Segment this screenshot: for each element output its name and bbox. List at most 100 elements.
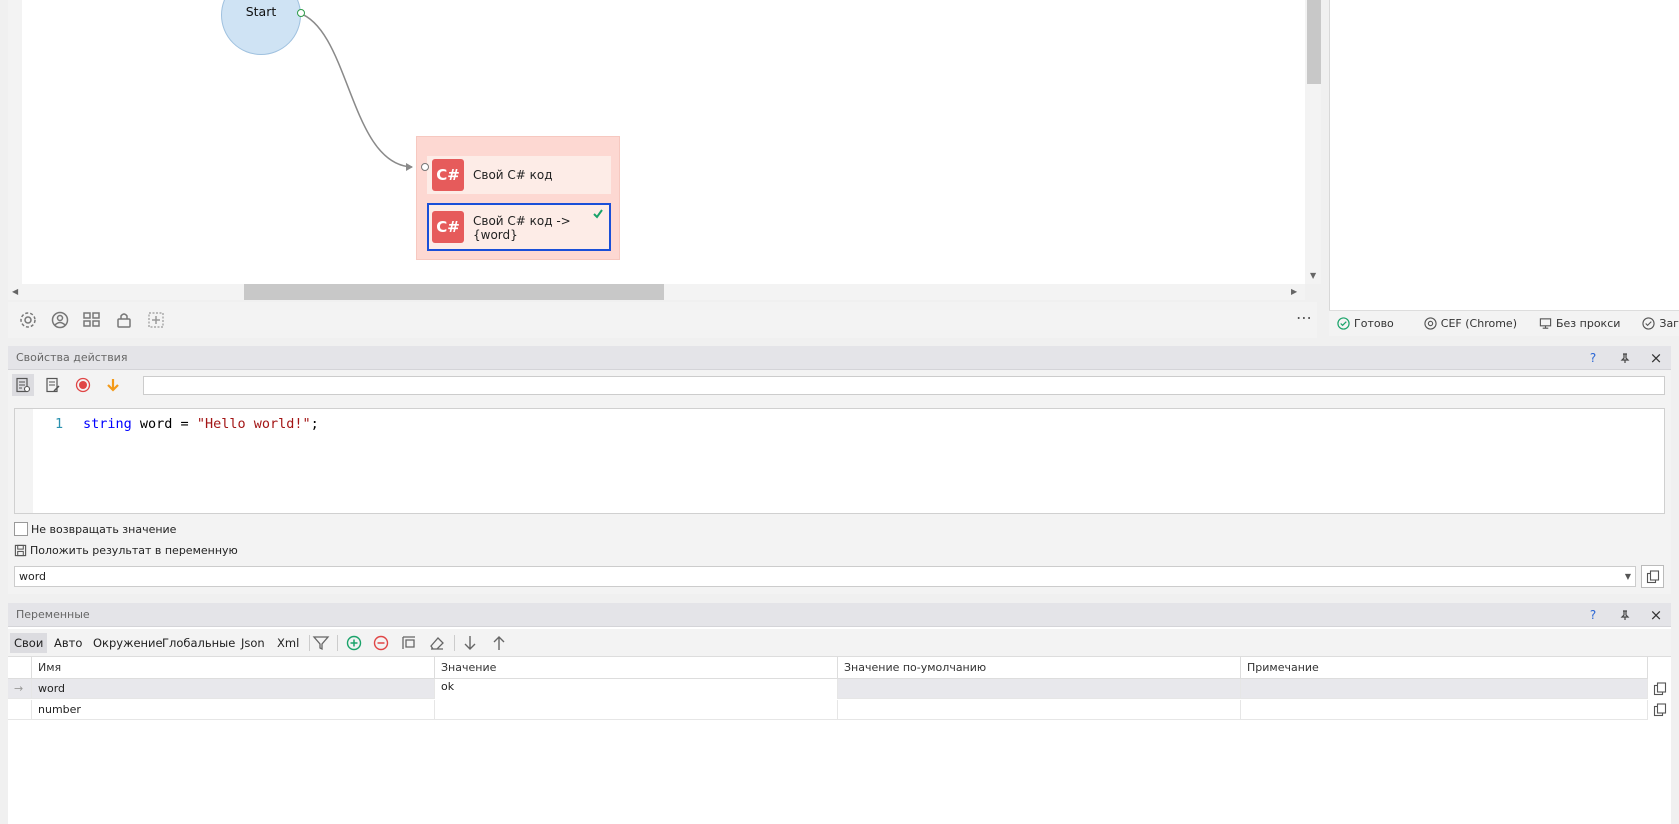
- edit-code-button[interactable]: [42, 374, 64, 396]
- save-icon: [14, 544, 27, 557]
- variables-toolbar: Свои Авто Окружение Глобальные Json Xml: [8, 629, 1671, 657]
- code-gutter: [15, 409, 33, 513]
- variables-panel: Переменные ? × Свои Авто Окружение Глоба…: [8, 603, 1671, 824]
- action-custom-csharp-selected[interactable]: C# Свой C# код -> {word}: [427, 203, 611, 251]
- csharp-icon: C#: [432, 159, 464, 191]
- lock-icon[interactable]: [114, 310, 134, 330]
- start-node-label: Start: [245, 4, 277, 19]
- result-variable-select[interactable]: word ▼: [14, 566, 1636, 587]
- tab-auto[interactable]: Авто: [50, 633, 86, 653]
- rename-icon[interactable]: [399, 633, 419, 653]
- help-icon[interactable]: ?: [1582, 346, 1604, 370]
- pin-icon[interactable]: [1614, 346, 1636, 370]
- step-down-button[interactable]: [102, 374, 124, 396]
- row-indicator-header: [8, 657, 32, 679]
- check-icon: [593, 209, 603, 219]
- record-button[interactable]: [72, 374, 94, 396]
- chrome-icon: [1424, 317, 1437, 330]
- no-return-checkbox[interactable]: [14, 522, 28, 536]
- action-custom-csharp[interactable]: C# Свой C# код: [427, 156, 611, 194]
- column-header-default[interactable]: Значение по-умолчанию: [838, 657, 1241, 679]
- settings-icon[interactable]: [18, 310, 38, 330]
- cell-note[interactable]: [1241, 679, 1648, 699]
- action-group[interactable]: C# Свой C# код C# Свой C# код -> {word}: [416, 136, 620, 260]
- cell-default[interactable]: [838, 700, 1241, 720]
- connection-line: [298, 12, 413, 171]
- add-node-icon[interactable]: [146, 310, 166, 330]
- properties-search-input[interactable]: [143, 376, 1665, 395]
- move-down-icon[interactable]: [460, 633, 480, 653]
- filter-icon[interactable]: [311, 633, 331, 653]
- eraser-icon[interactable]: [427, 633, 447, 653]
- code-view-button[interactable]: [12, 374, 34, 396]
- save-result-row: Положить результат в переменную: [14, 544, 238, 557]
- close-icon[interactable]: ×: [1645, 346, 1667, 370]
- properties-toolbar: [8, 372, 1671, 398]
- tab-xml[interactable]: Xml: [273, 633, 303, 653]
- copy-icon[interactable]: [1653, 703, 1667, 717]
- action-input-port[interactable]: [421, 163, 429, 171]
- copy-icon: [1646, 570, 1660, 584]
- action-label: Свой C# код -> {word}: [473, 214, 571, 242]
- status-loading: Загружа: [1642, 317, 1679, 330]
- cell-default[interactable]: [838, 679, 1241, 699]
- help-icon[interactable]: ?: [1582, 603, 1604, 627]
- copy-icon[interactable]: [1653, 682, 1667, 696]
- add-variable-icon[interactable]: [344, 633, 364, 653]
- tab-environment[interactable]: Окружение: [89, 633, 167, 653]
- scroll-right-arrow-icon[interactable]: ▶: [1291, 287, 1297, 297]
- action-properties-panel: Свойства действия ? × 1 string word = "H…: [8, 346, 1671, 594]
- scroll-down-arrow-icon[interactable]: ▼: [1310, 271, 1316, 281]
- toolbar-separator: [337, 635, 338, 651]
- start-output-port[interactable]: [297, 9, 305, 17]
- panel-title: Переменные: [16, 608, 90, 621]
- csharp-icon: C#: [432, 211, 464, 243]
- column-header-note[interactable]: Примечание: [1241, 657, 1648, 679]
- cell-name[interactable]: number: [32, 700, 435, 720]
- profile-icon[interactable]: [50, 310, 70, 330]
- cell-value[interactable]: ok: [435, 679, 838, 699]
- horizontal-scroll-thumb[interactable]: [244, 284, 664, 300]
- no-return-checkbox-row[interactable]: Не возвращать значение: [14, 522, 176, 536]
- status-ready: Готово: [1337, 317, 1394, 330]
- panel-header: Переменные: [8, 603, 1671, 627]
- toolbar-separator: [454, 635, 455, 651]
- remove-variable-icon[interactable]: [371, 633, 391, 653]
- check-circle-icon: [1337, 317, 1350, 330]
- tab-own[interactable]: Свои: [10, 633, 48, 653]
- move-up-icon[interactable]: [489, 633, 509, 653]
- table-row[interactable]: number: [8, 700, 1648, 720]
- pin-icon[interactable]: [1614, 603, 1636, 627]
- scroll-left-arrow-icon[interactable]: ◀: [12, 287, 18, 297]
- chevron-down-icon: ▼: [1624, 572, 1631, 581]
- tab-global[interactable]: Глобальные: [158, 633, 239, 653]
- document-settings-icon: [16, 377, 31, 393]
- browser-panel: [1329, 0, 1679, 310]
- cell-value[interactable]: [435, 700, 838, 720]
- panel-header: Свойства действия: [8, 346, 1671, 370]
- close-icon[interactable]: ×: [1645, 603, 1667, 627]
- status-engine[interactable]: CEF (Chrome): [1424, 317, 1517, 330]
- cell-note[interactable]: [1241, 700, 1648, 720]
- code-editor[interactable]: 1 string word = "Hello world!";: [14, 408, 1665, 514]
- canvas-toolbar: ⋯: [8, 302, 1317, 338]
- more-options-icon[interactable]: ⋯: [1296, 308, 1313, 327]
- browser-status-bar: Готово CEF (Chrome) Без прокси Загружа: [1329, 310, 1679, 336]
- code-line[interactable]: string word = "Hello world!";: [83, 409, 319, 439]
- action-label: Свой C# код: [473, 168, 553, 182]
- toolbar-separator: [309, 635, 310, 651]
- cell-name[interactable]: word: [32, 679, 435, 699]
- column-header-name[interactable]: Имя: [32, 657, 435, 679]
- vertical-scroll-thumb[interactable]: [1307, 0, 1321, 84]
- column-header-value[interactable]: Значение: [435, 657, 838, 679]
- panel-title: Свойства действия: [16, 351, 128, 364]
- grid-icon[interactable]: [82, 310, 102, 330]
- record-icon: [75, 377, 91, 393]
- table-row[interactable]: → word ok: [8, 679, 1648, 699]
- status-proxy[interactable]: Без прокси: [1539, 317, 1620, 330]
- arrow-down-icon: [107, 379, 119, 392]
- check-circle-icon: [1642, 317, 1656, 330]
- row-indicator: [8, 700, 32, 720]
- tab-json[interactable]: Json: [237, 633, 269, 653]
- variable-picker-button[interactable]: [1641, 565, 1664, 588]
